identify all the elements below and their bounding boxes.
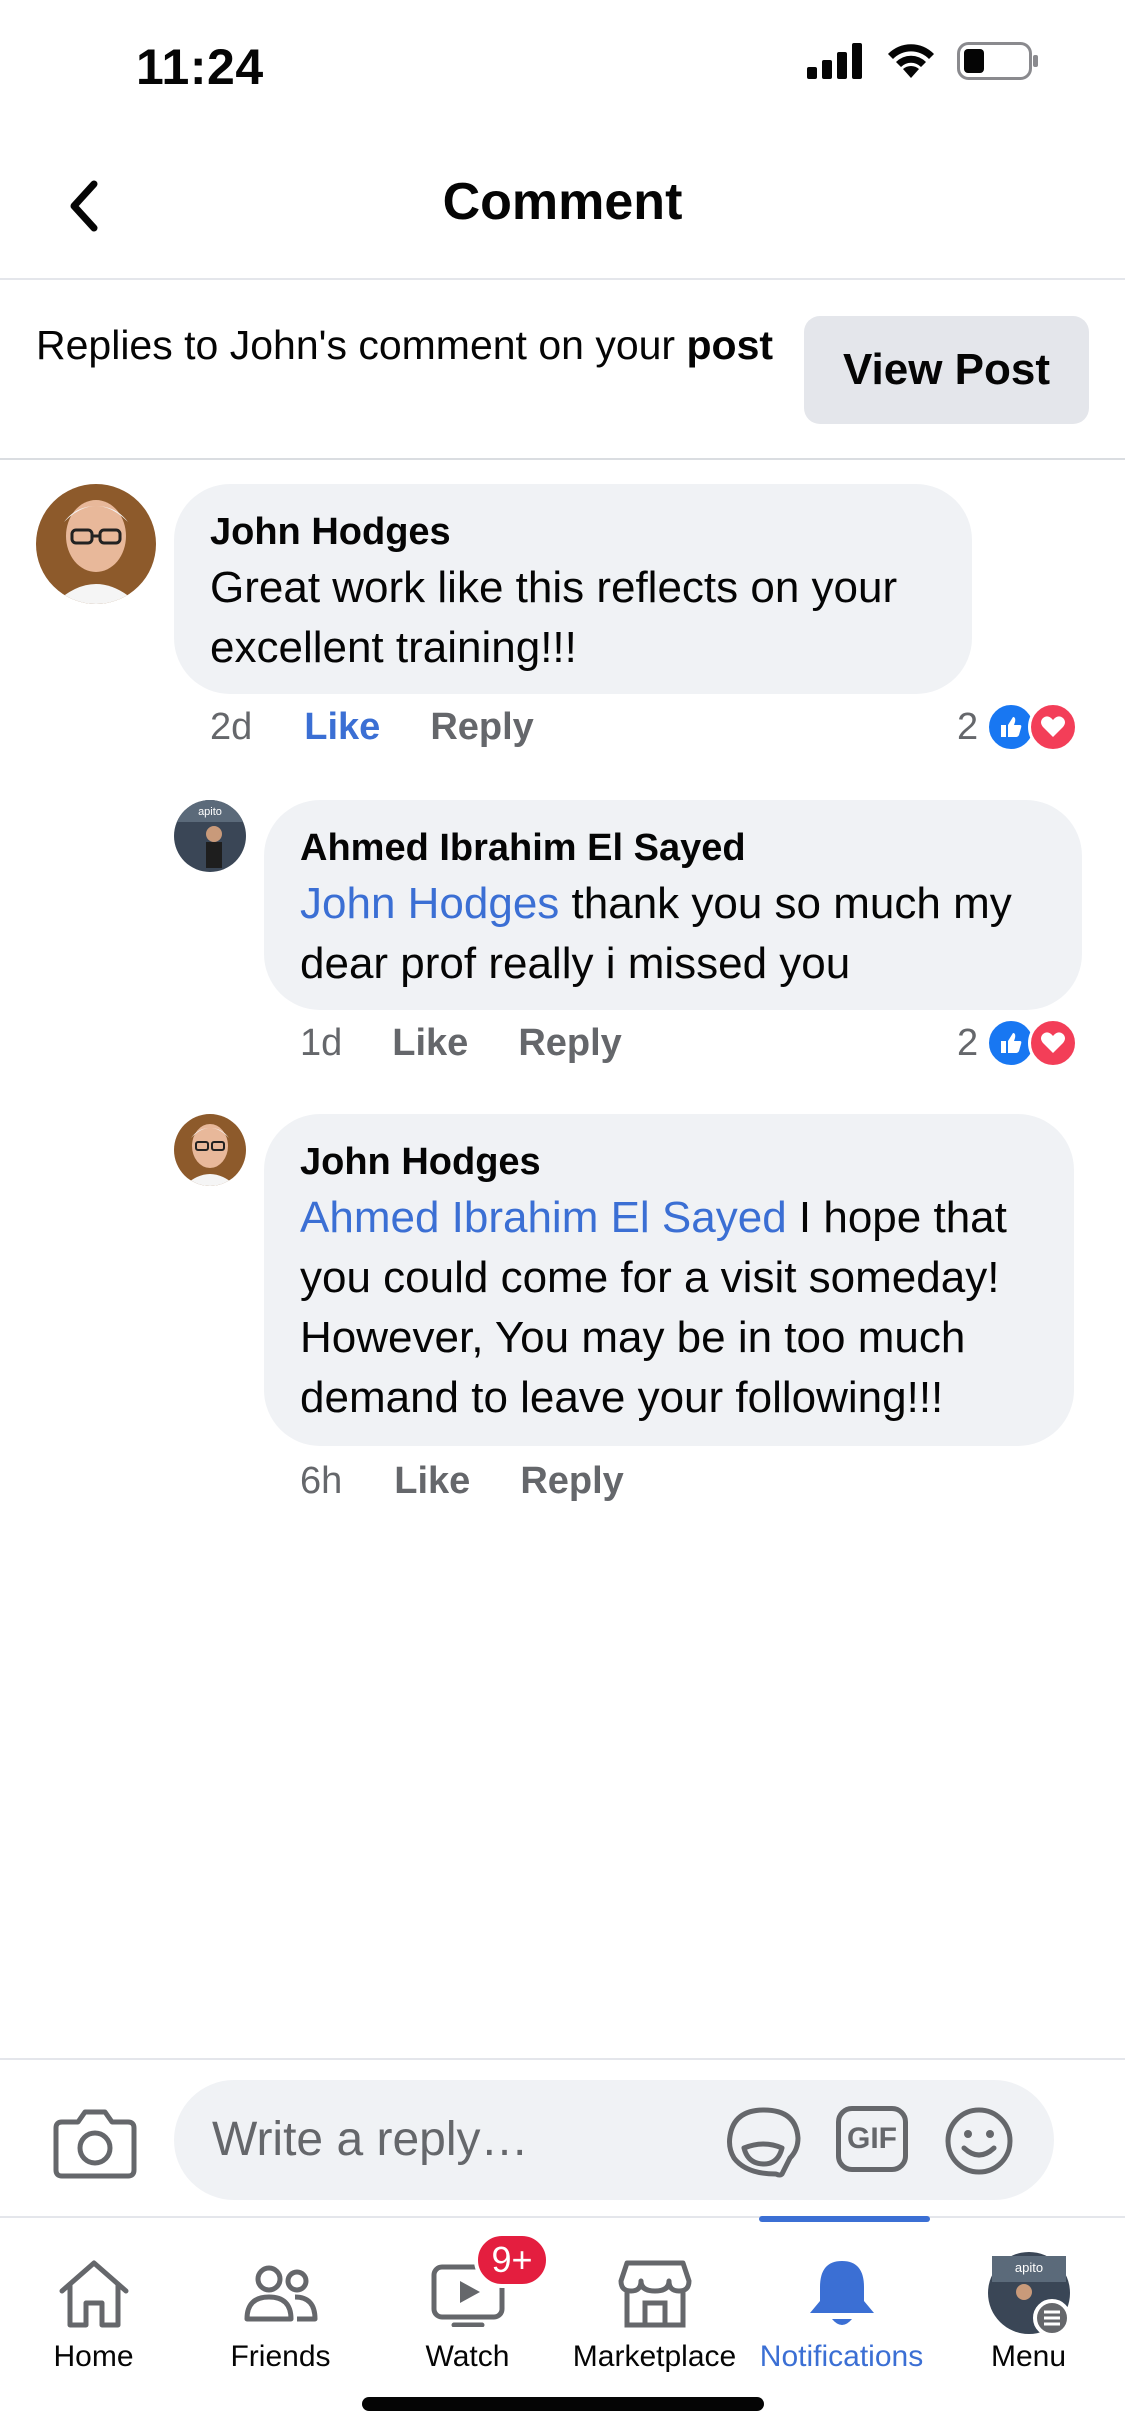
notification-badge: 9+: [474, 2232, 550, 2288]
tab-friends[interactable]: Friends: [187, 2218, 374, 2398]
comment-actions: 2d Like Reply: [210, 706, 534, 749]
tab-label: Home: [53, 2340, 134, 2373]
home-indicator: [362, 2397, 764, 2411]
cellular-signal-icon: [807, 43, 862, 79]
reaction-count: 2: [957, 705, 979, 748]
person-photo-icon: apito: [174, 800, 246, 872]
comment-author[interactable]: Ahmed Ibrahim El Sayed: [300, 822, 1046, 874]
comment-actions: 1d Like Reply: [300, 1022, 622, 1065]
battery-icon: [957, 42, 1038, 80]
reply-placeholder: Write a reply…: [212, 2113, 529, 2166]
reply-button[interactable]: Reply: [518, 1022, 621, 1065]
menu-avatar: apito: [984, 2248, 1074, 2338]
reply-button[interactable]: Reply: [520, 1460, 623, 1503]
header: Comment: [0, 132, 1125, 280]
sticker-icon[interactable]: [726, 2106, 802, 2178]
person-photo-icon: [174, 1114, 246, 1186]
avatar[interactable]: [174, 1114, 246, 1186]
tab-home[interactable]: Home: [0, 2218, 187, 2398]
comment-text: Ahmed Ibrahim El Sayed I hope that you c…: [300, 1188, 1038, 1428]
gif-label: GIF: [847, 2122, 897, 2155]
reply-input[interactable]: Write a reply… GIF: [174, 2080, 1054, 2200]
svg-text:apito: apito: [1014, 2260, 1042, 2275]
comment-time: 6h: [300, 1460, 343, 1502]
comment-author[interactable]: John Hodges: [300, 1136, 1038, 1188]
status-time: 11:24: [136, 39, 264, 95]
like-button[interactable]: Like: [394, 1460, 470, 1503]
status-bar: 11:24: [0, 0, 1125, 132]
camera-icon: [53, 2109, 137, 2179]
comment-time: 1d: [300, 1022, 343, 1064]
tab-notifications[interactable]: Notifications: [748, 2218, 935, 2398]
tab-label: Watch: [425, 2340, 510, 2373]
comment-bubble[interactable]: Ahmed Ibrahim El Sayed John Hodges thank…: [264, 800, 1082, 1010]
comment-bubble[interactable]: John Hodges Ahmed Ibrahim El Sayed I hop…: [264, 1114, 1074, 1446]
comment-text: Great work like this reflects on your ex…: [210, 563, 898, 672]
tab-marketplace[interactable]: Marketplace: [561, 2218, 748, 2398]
emoji-icon[interactable]: [944, 2106, 1014, 2176]
page-title: Comment: [442, 173, 683, 231]
view-post-button[interactable]: View Post: [804, 316, 1089, 424]
comment-bubble[interactable]: John Hodges Great work like this reflect…: [174, 484, 972, 694]
tab-label: Marketplace: [572, 2340, 737, 2373]
reaction-count: 2: [957, 1021, 979, 1064]
tab-label: Friends: [230, 2340, 331, 2373]
comment-text: John Hodges thank you so much my dear pr…: [300, 874, 1046, 994]
tab-watch[interactable]: 9+ Watch: [374, 2218, 561, 2398]
context-prefix: Replies to John's comment on your: [36, 322, 687, 368]
tab-label: Menu: [990, 2340, 1067, 2373]
svg-text:apito: apito: [198, 806, 222, 818]
home-icon: [49, 2248, 139, 2338]
love-reaction-icon: [1028, 702, 1079, 752]
context-description: Replies to John's comment on your post: [36, 318, 776, 373]
reply-button[interactable]: Reply: [430, 706, 533, 749]
tab-label: Notifications: [759, 2340, 924, 2373]
reaction-summary[interactable]: 2: [957, 1018, 1079, 1068]
comment-time: 2d: [210, 706, 253, 748]
avatar[interactable]: apito: [174, 800, 246, 872]
status-icons: [807, 42, 1039, 80]
mention-link[interactable]: John Hodges: [300, 879, 559, 928]
like-button[interactable]: Like: [304, 706, 380, 749]
reply-composer: Write a reply… GIF: [0, 2058, 1125, 2216]
avatar[interactable]: [36, 484, 156, 604]
comment-actions: 6h Like Reply: [300, 1460, 624, 1503]
love-reaction-icon: [1028, 1018, 1079, 1068]
context-bold: post: [686, 322, 774, 368]
marketplace-icon: [610, 2248, 700, 2338]
comment-author[interactable]: John Hodges: [210, 506, 936, 558]
wifi-icon: [888, 44, 934, 78]
like-button[interactable]: Like: [392, 1022, 468, 1065]
tab-menu[interactable]: apito Menu: [935, 2218, 1122, 2398]
gif-button[interactable]: GIF: [836, 2106, 908, 2172]
friends-icon: [236, 2248, 326, 2338]
mention-link[interactable]: Ahmed Ibrahim El Sayed: [300, 1193, 787, 1242]
reaction-summary[interactable]: 2: [957, 702, 1079, 752]
camera-button[interactable]: [52, 2102, 138, 2182]
person-photo-icon: [36, 484, 156, 604]
context-bar: Replies to John's comment on your post V…: [0, 280, 1125, 460]
bell-icon: [797, 2248, 887, 2338]
